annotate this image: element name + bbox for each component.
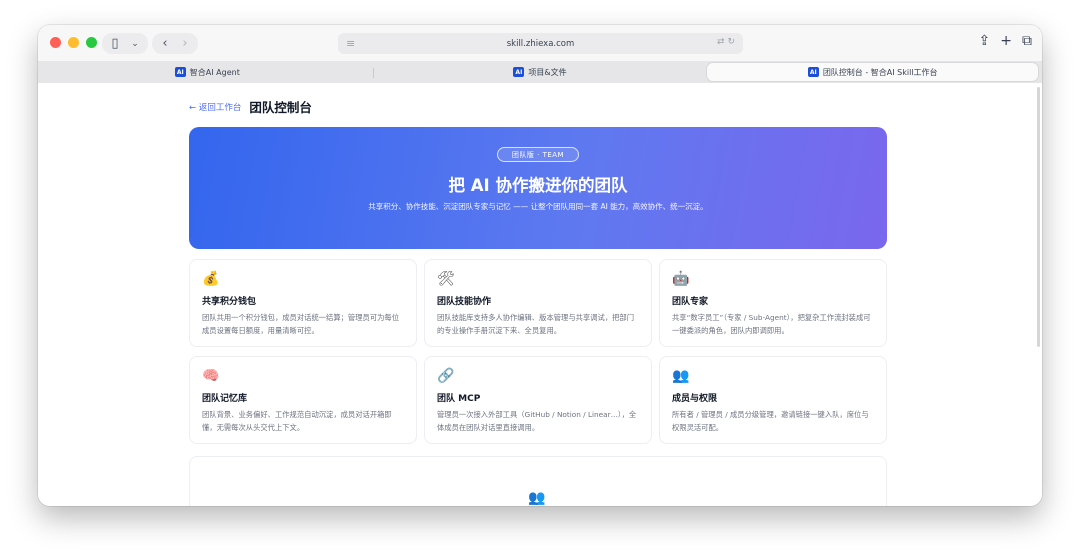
card-description: 共享“数字员工”（专家 / Sub-Agent），把复杂工作流封装成可一键委派的… [672, 313, 871, 335]
tab-label: 项目&文件 [528, 67, 567, 77]
people-icon: 👥 [672, 368, 690, 384]
minimize-window-button[interactable] [68, 37, 79, 48]
breadcrumb: ← 返回工作台 团队控制台 [189, 97, 312, 116]
translate-reload-icons[interactable]: ⇄ ↻ [717, 37, 735, 47]
app-logo-icon: AI [807, 67, 819, 77]
app-logo-icon: AI [174, 67, 186, 77]
brain-icon: 🧠 [202, 368, 220, 384]
feature-card-skill-collab[interactable]: 🛠 团队技能协作 团队技能库支持多人协作编辑、版本管理与共享调试，把部门的专业操… [424, 259, 652, 347]
card-title: 共享积分钱包 [202, 297, 257, 307]
tab-divider [372, 68, 374, 78]
tab-projects-files[interactable]: AI 项目&文件 [375, 63, 706, 81]
hero-subtitle: 共享积分、协作技能、沉淀团队专家与记忆 —— 让整个团队用同一套 AI 能力，高… [368, 202, 708, 211]
tools-icon: 🛠 [437, 271, 455, 287]
window-controls [50, 37, 97, 48]
chevron-down-icon: ⌄ [131, 38, 139, 49]
page-settings-icon[interactable]: ≡ [346, 37, 355, 50]
card-description: 团队背景、业务偏好、工作规范自动沉淀，成员对话开箱即懂，无需每次从头交代上下文。 [202, 410, 392, 432]
close-window-button[interactable] [50, 37, 61, 48]
new-tab-icon[interactable]: + [1000, 33, 1012, 49]
sidebar-toggle-button[interactable]: ▯ ⌄ [102, 33, 148, 54]
back-to-workbench-link[interactable]: ← 返回工作台 [189, 101, 241, 113]
card-title: 成员与权限 [672, 394, 718, 404]
page-title: 团队控制台 [249, 100, 312, 115]
card-title: 团队 MCP [437, 394, 481, 404]
browser-window: ▯ ⌄ ‹ › ≡ skill.zhiexa.com ⇄ ↻ ⇪ + ⧉ AI … [38, 25, 1042, 506]
tab-overview-icon[interactable]: ⧉ [1022, 33, 1032, 49]
scrollbar[interactable] [1037, 87, 1040, 347]
card-description: 团队共用一个积分钱包，成员对话统一结算；管理员可为每位成员设置每日额度，用量清晰… [202, 313, 400, 335]
app-logo-icon: AI [513, 67, 525, 77]
navigation-buttons: ‹ › [152, 33, 198, 54]
card-description: 所有者 / 管理员 / 成员分级管理，邀请链接一键入队，席位与权限灵活可配。 [672, 410, 869, 432]
robot-icon: 🤖 [672, 271, 690, 287]
tab-team-console[interactable]: AI 团队控制台 - 智合AI Skill工作台 [707, 63, 1039, 81]
url-text: skill.zhiexa.com [506, 38, 575, 49]
feature-card-shared-wallet[interactable]: 💰 共享积分钱包 团队共用一个积分钱包，成员对话统一结算；管理员可为每位成员设置… [189, 259, 417, 347]
forward-icon[interactable]: › [175, 34, 195, 54]
hero-banner: 团队版 · TEAM 把 AI 协作搬进你的团队 共享积分、协作技能、沉淀团队专… [189, 127, 887, 249]
tab-bar: AI 智合AI Agent AI 项目&文件 AI 团队控制台 - 智合AI S… [38, 61, 1042, 83]
zoom-window-button[interactable] [86, 37, 97, 48]
sidebar-icon: ▯ [111, 36, 119, 51]
card-description: 管理员一次接入外部工具（GitHub / Notion / Linear…），全… [437, 410, 637, 432]
card-title: 团队技能协作 [437, 297, 492, 307]
feature-card-members-permissions[interactable]: 👥 成员与权限 所有者 / 管理员 / 成员分级管理，邀请链接一键入队，席位与权… [659, 356, 887, 444]
feature-card-team-memory[interactable]: 🧠 团队记忆库 团队背景、业务偏好、工作规范自动沉淀，成员对话开箱即懂，无需每次… [189, 356, 417, 444]
share-icon[interactable]: ⇪ [979, 33, 991, 49]
hero-title: 把 AI 协作搬进你的团队 [448, 176, 628, 195]
back-icon[interactable]: ‹ [155, 34, 175, 54]
team-panel: 👥 [189, 456, 887, 506]
tab-label: 团队控制台 - 智合AI Skill工作台 [822, 67, 938, 77]
browser-actions: ⇪ + ⧉ [979, 33, 1032, 49]
people-icon: 👥 [528, 490, 546, 506]
money-bag-icon: 💰 [202, 271, 220, 287]
feature-card-team-mcp[interactable]: 🔗 团队 MCP 管理员一次接入外部工具（GitHub / Notion / L… [424, 356, 652, 444]
card-title: 团队记忆库 [202, 394, 248, 404]
tab-zhihe-agent[interactable]: AI 智合AI Agent [42, 63, 374, 81]
page-content: ← 返回工作台 团队控制台 团队版 · TEAM 把 AI 协作搬进你的团队 共… [38, 83, 1042, 506]
team-badge: 团队版 · TEAM [497, 147, 579, 162]
tab-label: 智合AI Agent [189, 67, 240, 77]
card-title: 团队专家 [672, 297, 709, 307]
link-icon: 🔗 [437, 368, 455, 384]
card-description: 团队技能库支持多人协作编辑、版本管理与共享调试，把部门的专业操作手册沉淀下来、全… [437, 313, 635, 335]
browser-toolbar: ▯ ⌄ ‹ › ≡ skill.zhiexa.com ⇄ ↻ ⇪ + ⧉ [38, 25, 1042, 61]
feature-card-team-experts[interactable]: 🤖 团队专家 共享“数字员工”（专家 / Sub-Agent），把复杂工作流封装… [659, 259, 887, 347]
address-bar[interactable]: ≡ skill.zhiexa.com ⇄ ↻ [338, 33, 743, 54]
